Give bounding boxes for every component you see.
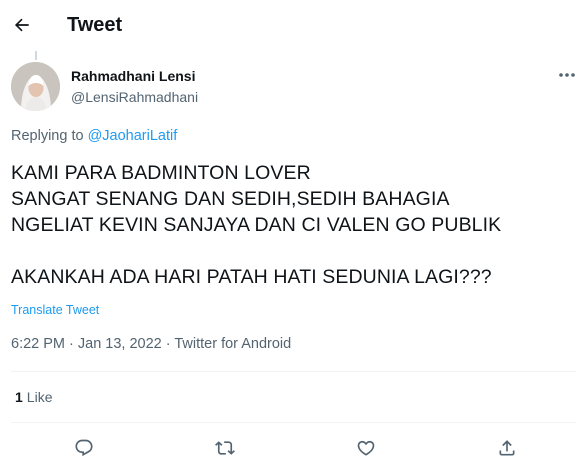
arrow-left-icon — [14, 18, 29, 32]
heart-icon — [357, 440, 375, 456]
tweet-line: KAMI PARA BADMINTON LOVER — [11, 162, 311, 184]
thread-connector — [35, 51, 37, 60]
likes-count[interactable]: 1 Like — [15, 389, 52, 405]
divider — [11, 371, 576, 372]
author-handle[interactable]: @LensiRahmadhani — [71, 89, 198, 105]
translate-tweet-link[interactable]: Translate Tweet — [11, 303, 99, 317]
replying-to-label: Replying to — [11, 128, 88, 144]
more-options-button[interactable] — [555, 64, 579, 86]
reply-icon — [75, 439, 93, 457]
tweet-line: AKANKAH ADA HARI PATAH HATI SEDUNIA LAGI… — [11, 266, 492, 288]
likes-number: 1 — [15, 389, 23, 405]
tweet-line: SANGAT SENANG DAN SEDIH,SEDIH BAHAGIA — [11, 188, 450, 210]
retweet-icon — [215, 441, 235, 455]
author-name[interactable]: Rahmadhani Lensi — [71, 68, 195, 84]
replying-to-link[interactable]: @JaohariLatif — [88, 128, 178, 144]
tweet-timestamp[interactable]: 6:22 PM · Jan 13, 2022 · Twitter for And… — [11, 336, 291, 352]
more-horizontal-icon — [559, 73, 575, 77]
share-icon — [499, 440, 515, 456]
tweet-line: NGELIAT KEVIN SANJAYA DAN CI VALEN GO PU… — [11, 214, 502, 236]
top-bar: Tweet — [0, 0, 588, 52]
back-button[interactable] — [10, 12, 34, 38]
avatar-image — [11, 62, 60, 111]
page-title: Tweet — [67, 14, 123, 36]
tweet-text: KAMI PARA BADMINTON LOVER SANGAT SENANG … — [11, 160, 581, 290]
likes-label: Like — [26, 389, 53, 405]
share-button[interactable] — [495, 436, 519, 460]
tweet-line — [11, 238, 581, 264]
divider — [11, 422, 576, 423]
like-button[interactable] — [354, 436, 378, 460]
avatar[interactable] — [11, 62, 60, 111]
retweet-button[interactable] — [213, 436, 237, 460]
replying-to: Replying to @JaohariLatif — [11, 128, 177, 144]
reply-button[interactable] — [72, 436, 96, 460]
